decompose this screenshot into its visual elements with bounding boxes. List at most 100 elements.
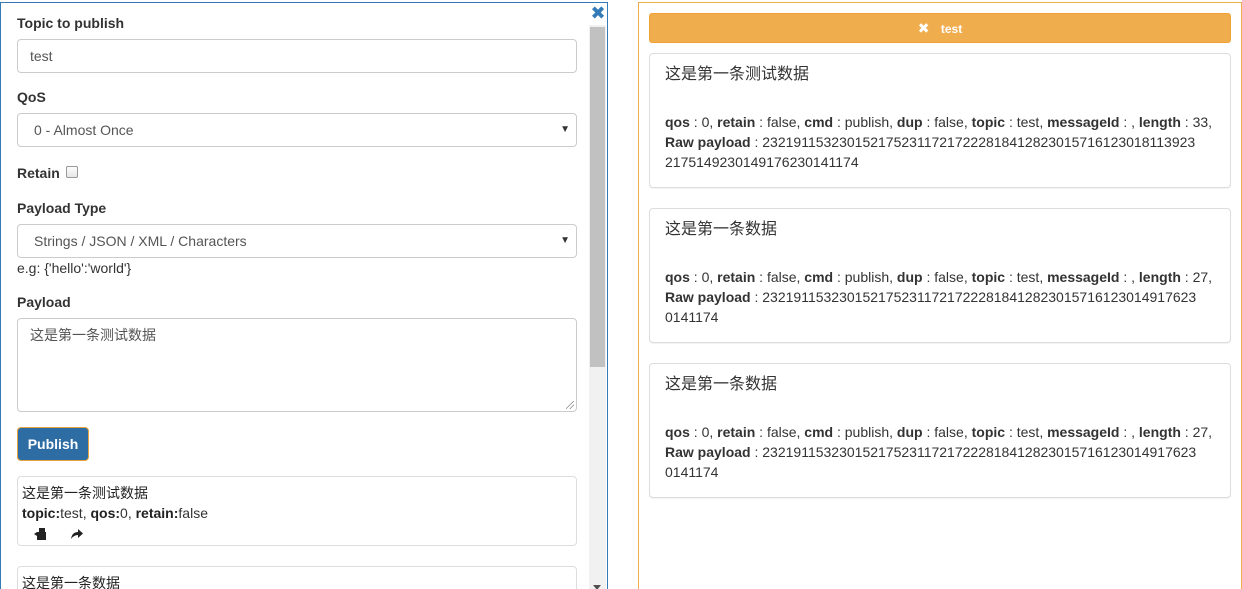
separator: :: [922, 269, 935, 285]
separator: :: [689, 114, 702, 130]
raw-payload-value: 2321911532301521752311721722281841282301…: [762, 289, 1197, 305]
length-value: 27,: [1192, 424, 1213, 440]
separator: :: [922, 424, 935, 440]
separator: :: [1180, 424, 1193, 440]
chevron-down-icon: ▼: [560, 124, 570, 135]
published-meta: topic:test, qos:0, retain:false: [22, 505, 208, 521]
topic-label: Topic to publish: [17, 15, 125, 31]
separator: :: [833, 269, 845, 285]
separator: :: [755, 114, 767, 130]
length-key: length: [1138, 269, 1181, 285]
published-payload: 这是第一条测试数据: [22, 485, 148, 501]
messageid-key: messageId: [1047, 114, 1120, 130]
payload-type-select[interactable]: Strings / JSON / XML / Characters ▼: [17, 224, 577, 258]
separator: :: [1119, 114, 1132, 130]
message-card: 这是第一条数据 qos : 0, retain : false, cmd : p…: [649, 208, 1231, 343]
raw-payload-value-cont: 0141174: [665, 464, 719, 480]
published-message-card: 这是第一条测试数据 topic:test, qos:0, retain:fals…: [17, 476, 577, 546]
close-icon[interactable]: ✖: [589, 3, 607, 25]
topic-key: topic: [971, 424, 1006, 440]
qos-value: 0: [120, 505, 128, 521]
payload-textarea[interactable]: 这是第一条测试数据: [17, 318, 577, 412]
messageid-key: messageId: [1047, 424, 1120, 440]
subscription-panel: ✖ test 这是第一条测试数据 qos : 0, retain : false…: [638, 2, 1242, 589]
cmd-value: publish: [844, 114, 890, 130]
publish-button[interactable]: Publish: [17, 427, 89, 461]
scrollbar[interactable]: [589, 25, 606, 589]
message-meta: qos : 0, retain : false, cmd : publish, …: [665, 424, 1213, 480]
subscription-tab[interactable]: ✖ test: [649, 13, 1231, 43]
payload-type-value: Strings / JSON / XML / Characters: [34, 233, 247, 249]
topic-key: topic: [971, 269, 1006, 285]
message-meta: qos : 0, retain : false, cmd : publish, …: [665, 269, 1213, 325]
chevron-down-icon: ▼: [560, 235, 570, 246]
forward-icon[interactable]: [70, 527, 84, 544]
topic-value: test: [1016, 114, 1040, 130]
scrollbar-thumb[interactable]: [590, 27, 605, 367]
copy-icon[interactable]: [34, 527, 48, 544]
separator: :: [689, 424, 702, 440]
retain-key: retain: [717, 114, 756, 130]
dup-value: false: [934, 424, 964, 440]
raw-payload-key: Raw payload: [665, 289, 751, 305]
separator: :: [1005, 424, 1017, 440]
separator: :: [689, 269, 702, 285]
publish-panel: Topic to publish test QoS 0 - Almost Onc…: [0, 2, 608, 589]
topic-key: topic:: [22, 505, 61, 521]
separator: :: [1005, 114, 1017, 130]
close-icon[interactable]: ✖: [918, 20, 930, 36]
retain-key: retain: [717, 269, 756, 285]
dup-value: false: [934, 114, 964, 130]
separator: :: [922, 114, 935, 130]
separator: :: [1005, 269, 1017, 285]
payload-label: Payload: [17, 294, 71, 310]
length-key: length: [1138, 114, 1181, 130]
payload-hint: e.g: {'hello':'world'}: [17, 260, 132, 276]
topic-input[interactable]: test: [17, 39, 577, 73]
separator: :: [750, 289, 763, 305]
separator: :: [1180, 114, 1193, 130]
qos-value: 0: [701, 269, 710, 285]
cmd-key: cmd: [804, 269, 834, 285]
separator: :: [1180, 269, 1193, 285]
separator: :: [750, 134, 763, 150]
published-actions: [22, 525, 572, 545]
qos-key: qos: [665, 269, 690, 285]
raw-payload-value-cont: 2175149230149176230141174: [665, 154, 859, 170]
length-key: length: [1138, 424, 1181, 440]
length-value: 27,: [1192, 269, 1213, 285]
publish-form: Topic to publish test QoS 0 - Almost Onc…: [1, 3, 589, 589]
qos-select-value: 0 - Almost Once: [34, 122, 134, 138]
qos-select[interactable]: 0 - Almost Once ▼: [17, 113, 577, 147]
topic-key: topic: [971, 114, 1006, 130]
published-message-card: 这是第一条数据: [17, 566, 577, 589]
scroll-down-arrow-icon[interactable]: [593, 585, 601, 589]
separator: :: [1119, 269, 1132, 285]
payload-type-label: Payload Type: [17, 200, 107, 216]
raw-payload-value-cont: 0141174: [665, 309, 719, 325]
cmd-value: publish: [844, 269, 890, 285]
separator: :: [755, 269, 767, 285]
raw-payload-key: Raw payload: [665, 134, 751, 150]
cmd-value: publish: [844, 424, 890, 440]
cmd-key: cmd: [804, 114, 834, 130]
message-payload: 这是第一条数据: [665, 376, 778, 393]
dup-value: false: [934, 269, 964, 285]
subscription-tab-label: test: [940, 22, 963, 36]
retain-checkbox[interactable]: [66, 166, 78, 178]
separator: :: [833, 424, 845, 440]
retain-label: Retain: [17, 165, 60, 181]
retain-value: false: [766, 114, 797, 130]
qos-key: qos:: [90, 505, 121, 521]
cmd-key: cmd: [804, 424, 834, 440]
dup-key: dup: [896, 424, 923, 440]
dup-key: dup: [896, 114, 923, 130]
raw-payload-value: 2321911532301521752311721722281841282301…: [762, 134, 1196, 150]
topic-value: test: [1016, 424, 1040, 440]
retain-key: retain: [717, 424, 756, 440]
topic-value: test: [1016, 269, 1040, 285]
resize-handle-icon[interactable]: [566, 401, 574, 409]
qos-value: 0: [701, 424, 710, 440]
retain-value: false: [766, 424, 797, 440]
retain-key: retain:: [135, 505, 179, 521]
